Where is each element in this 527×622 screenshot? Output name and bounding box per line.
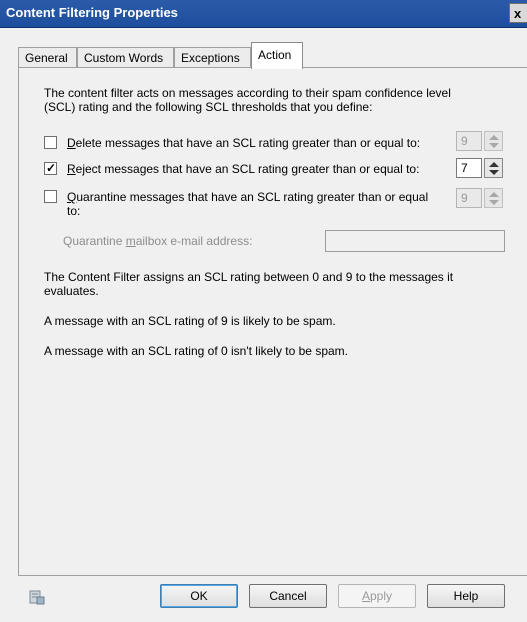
spin-down-icon[interactable]: [489, 143, 499, 148]
spin-down-icon[interactable]: [489, 200, 499, 205]
apply-button[interactable]: Apply: [338, 584, 416, 608]
reject-scl-value[interactable]: 7: [456, 158, 482, 178]
tab-general[interactable]: General: [18, 47, 77, 68]
spin-down-icon[interactable]: [489, 170, 499, 175]
delete-scl-arrows[interactable]: [484, 131, 503, 151]
info-not-spam: A message with an SCL rating of 0 isn't …: [44, 344, 348, 358]
delete-mnemonic: D: [67, 136, 76, 150]
spin-up-icon[interactable]: [489, 162, 499, 167]
delete-scl-spinner[interactable]: 9: [456, 131, 504, 151]
tab-exceptions[interactable]: Exceptions: [174, 47, 251, 68]
reject-check-mark: ✓: [46, 161, 57, 175]
info-line-1: The Content Filter assigns an SCL rating…: [44, 270, 454, 284]
tab-action[interactable]: Action: [251, 42, 303, 69]
delete-label[interactable]: Delete messages that have an SCL rating …: [67, 136, 420, 150]
help-context-icon[interactable]: [29, 589, 45, 605]
apply-label-rest: pply: [370, 589, 393, 603]
intro-line-2: (SCL) rating and the following SCL thres…: [44, 100, 373, 114]
info-spam: A message with an SCL rating of 9 is lik…: [44, 314, 336, 328]
window-title: Content Filtering Properties: [6, 5, 178, 20]
close-button[interactable]: x: [509, 3, 527, 23]
quarantine-checkbox[interactable]: [44, 190, 57, 203]
spin-up-icon[interactable]: [489, 135, 499, 140]
quarantine-mailbox-mnemonic: m: [125, 234, 136, 248]
reject-scl-spinner[interactable]: 7: [456, 158, 504, 178]
quarantine-scl-spinner[interactable]: 9: [456, 188, 504, 208]
quarantine-mnemonic: Q: [67, 190, 77, 204]
spin-up-icon[interactable]: [489, 192, 499, 197]
cancel-button[interactable]: Cancel: [249, 584, 327, 608]
quarantine-mailbox-label-post: ailbox e-mail address:: [135, 234, 253, 248]
content-filtering-properties-dialog: Content Filtering Properties x General C…: [0, 0, 527, 622]
quarantine-label[interactable]: Quarantine messages that have an SCL rat…: [67, 190, 428, 204]
intro-line-1: The content filter acts on messages acco…: [44, 86, 451, 100]
quarantine-scl-value[interactable]: 9: [456, 188, 482, 208]
reject-label-text: eject messages that have an SCL rating g…: [75, 162, 420, 176]
info-line-2: evaluates.: [44, 284, 99, 298]
quarantine-mailbox-label: Quarantine mailbox e-mail address:: [63, 234, 252, 248]
delete-checkbox[interactable]: [44, 136, 57, 149]
delete-label-text: elete messages that have an SCL rating g…: [75, 136, 421, 150]
reject-checkbox[interactable]: ✓: [44, 161, 57, 175]
quarantine-scl-arrows[interactable]: [484, 188, 503, 208]
apply-mnemonic: A: [361, 589, 370, 603]
title-bar: Content Filtering Properties x: [0, 0, 527, 28]
ok-button[interactable]: OK: [160, 584, 238, 608]
tab-strip: General Custom Words Exceptions Action: [18, 42, 518, 69]
reject-scl-arrows[interactable]: [484, 158, 503, 178]
quarantine-label-line-2: to:: [67, 204, 81, 218]
quarantine-label-text: uarantine messages that have an SCL rati…: [76, 190, 429, 204]
reject-mnemonic: R: [67, 162, 76, 176]
reject-label[interactable]: Reject messages that have an SCL rating …: [67, 162, 419, 176]
tab-custom-words[interactable]: Custom Words: [77, 47, 174, 68]
quarantine-mailbox-input[interactable]: [325, 230, 505, 252]
quarantine-mailbox-label-pre: Quarantine: [63, 234, 126, 248]
help-button[interactable]: Help: [427, 584, 505, 608]
delete-scl-value[interactable]: 9: [456, 131, 482, 151]
